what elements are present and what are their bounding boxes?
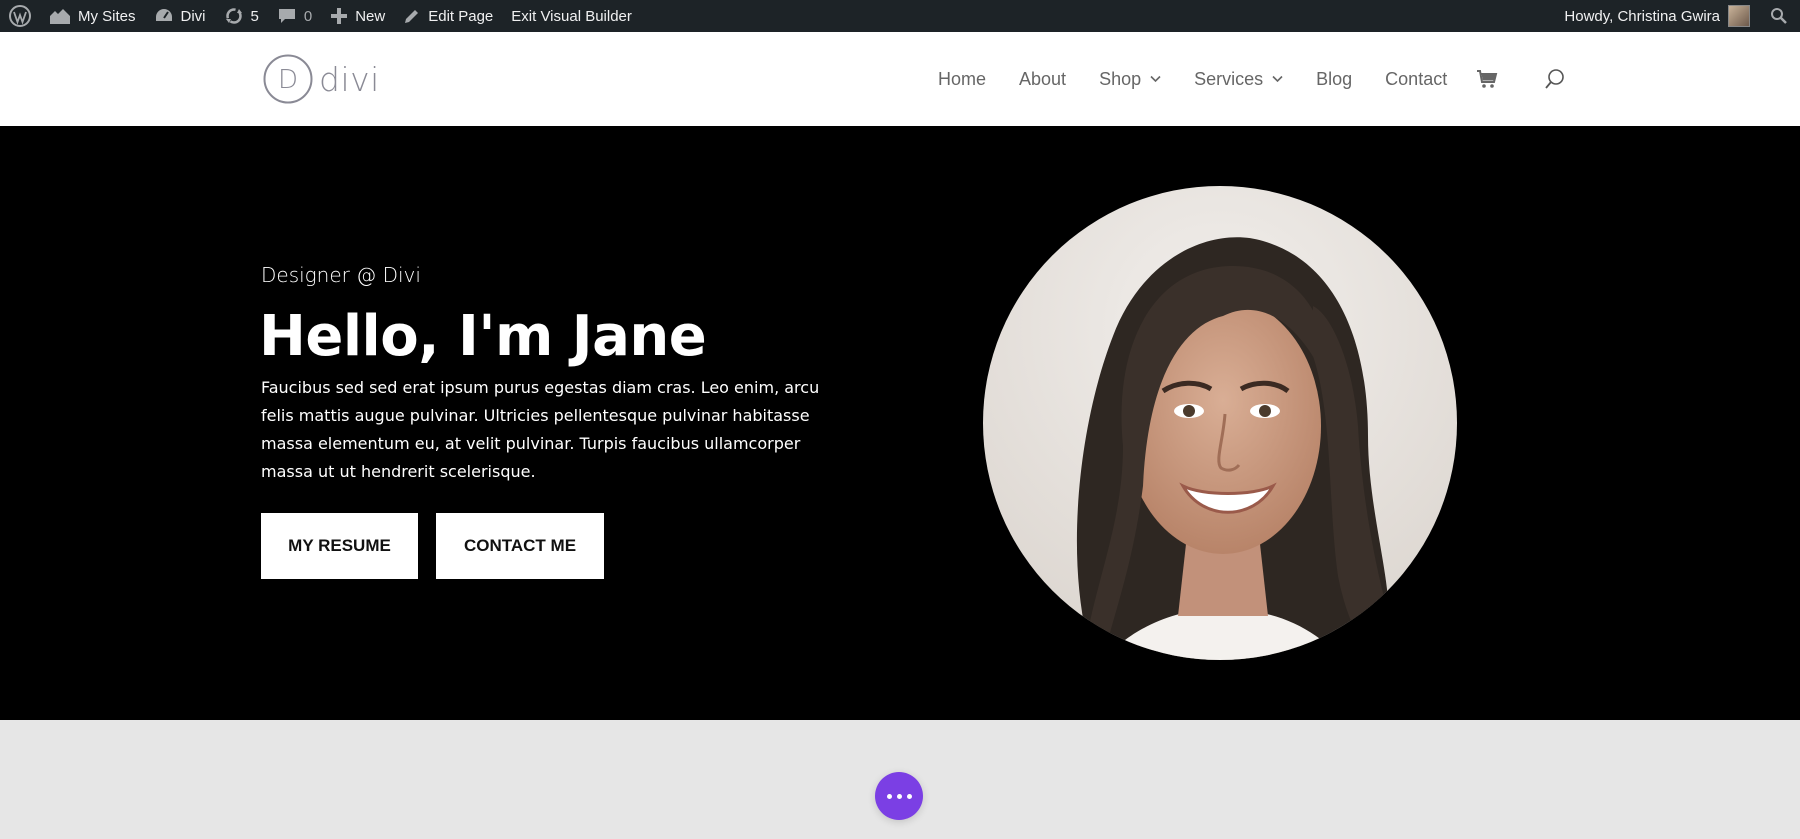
exit-visual-builder-link[interactable]: Exit Visual Builder: [502, 0, 641, 32]
nav-services-label: Services: [1194, 68, 1264, 89]
site-header: D divi Home About Shop Services Blog Con…: [0, 32, 1800, 126]
dot-icon: [886, 793, 892, 799]
updates-count: 5: [250, 7, 259, 25]
dot-icon: [906, 793, 912, 799]
updates-link[interactable]: 5: [215, 0, 268, 32]
my-sites-label: My Sites: [78, 7, 136, 25]
search-icon: [1545, 69, 1565, 89]
admin-bar-right: Howdy, Christina Gwira: [1555, 0, 1800, 32]
nav-about-label: About: [1019, 68, 1067, 89]
wordpress-logo-icon[interactable]: [0, 0, 40, 32]
howdy-label: Howdy, Christina Gwira: [1564, 7, 1720, 25]
user-account-menu[interactable]: Howdy, Christina Gwira: [1555, 0, 1756, 32]
logo-wordmark: divi: [319, 59, 380, 99]
my-sites-menu[interactable]: My Sites: [40, 0, 145, 32]
search-icon: [1771, 8, 1787, 24]
dot-icon: [896, 793, 902, 799]
hero-headline: Hello, I'm Jane: [259, 304, 707, 369]
logo-letter: D: [278, 65, 298, 95]
admin-search-button[interactable]: [1756, 0, 1800, 32]
main-navigation: Home About Shop Services Blog Contact: [938, 68, 1566, 90]
nav-home[interactable]: Home: [938, 69, 986, 90]
updates-icon: [225, 8, 242, 24]
site-search-button[interactable]: [1544, 68, 1566, 90]
site-name-menu[interactable]: Divi: [145, 0, 215, 32]
chevron-down-icon: [1272, 75, 1283, 83]
nav-about[interactable]: About: [1019, 69, 1066, 90]
chevron-down-icon: [1150, 75, 1161, 83]
nav-shop-label: Shop: [1099, 68, 1142, 89]
nav-blog[interactable]: Blog: [1316, 69, 1352, 90]
plus-icon: [331, 8, 348, 24]
comments-count: 0: [303, 7, 313, 25]
comments-link[interactable]: 0: [268, 0, 321, 32]
hero-section: Designer @ Divi Hello, I'm Jane Faucibus…: [0, 126, 1800, 720]
house-icon: [50, 9, 70, 24]
comment-icon: [278, 9, 295, 23]
new-content-menu[interactable]: New: [321, 0, 394, 32]
cart-button[interactable]: [1476, 69, 1498, 89]
admin-bar: My Sites Divi 5 0 New Edit Page Exit Vis…: [0, 0, 1800, 32]
edit-page-link[interactable]: Edit Page: [394, 0, 502, 32]
nav-services[interactable]: Services: [1194, 69, 1283, 90]
profile-photo: [983, 186, 1457, 660]
edit-page-label: Edit Page: [428, 7, 494, 25]
hero-subtitle: Designer @ Divi: [261, 263, 421, 287]
hero-bio: Faucibus sed sed erat ipsum purus egesta…: [261, 378, 820, 481]
nav-shop[interactable]: Shop: [1099, 69, 1161, 90]
pencil-icon: [405, 10, 419, 23]
divi-logo-icon: D: [263, 54, 313, 104]
nav-home-label: Home: [938, 68, 987, 89]
cart-icon: [1477, 70, 1498, 88]
nav-blog-label: Blog: [1316, 68, 1353, 89]
user-avatar: [1728, 5, 1750, 27]
dashboard-icon: [155, 9, 172, 21]
site-logo[interactable]: D divi: [263, 54, 380, 104]
my-resume-button[interactable]: MY RESUME: [261, 513, 418, 579]
exit-builder-label: Exit Visual Builder: [511, 7, 632, 25]
contact-me-button[interactable]: CONTACT ME: [436, 513, 604, 579]
nav-contact[interactable]: Contact: [1385, 69, 1447, 90]
new-label: New: [355, 7, 386, 25]
site-name-label: Divi: [180, 7, 206, 25]
builder-page-settings-button[interactable]: [875, 772, 923, 820]
nav-contact-label: Contact: [1385, 68, 1448, 89]
